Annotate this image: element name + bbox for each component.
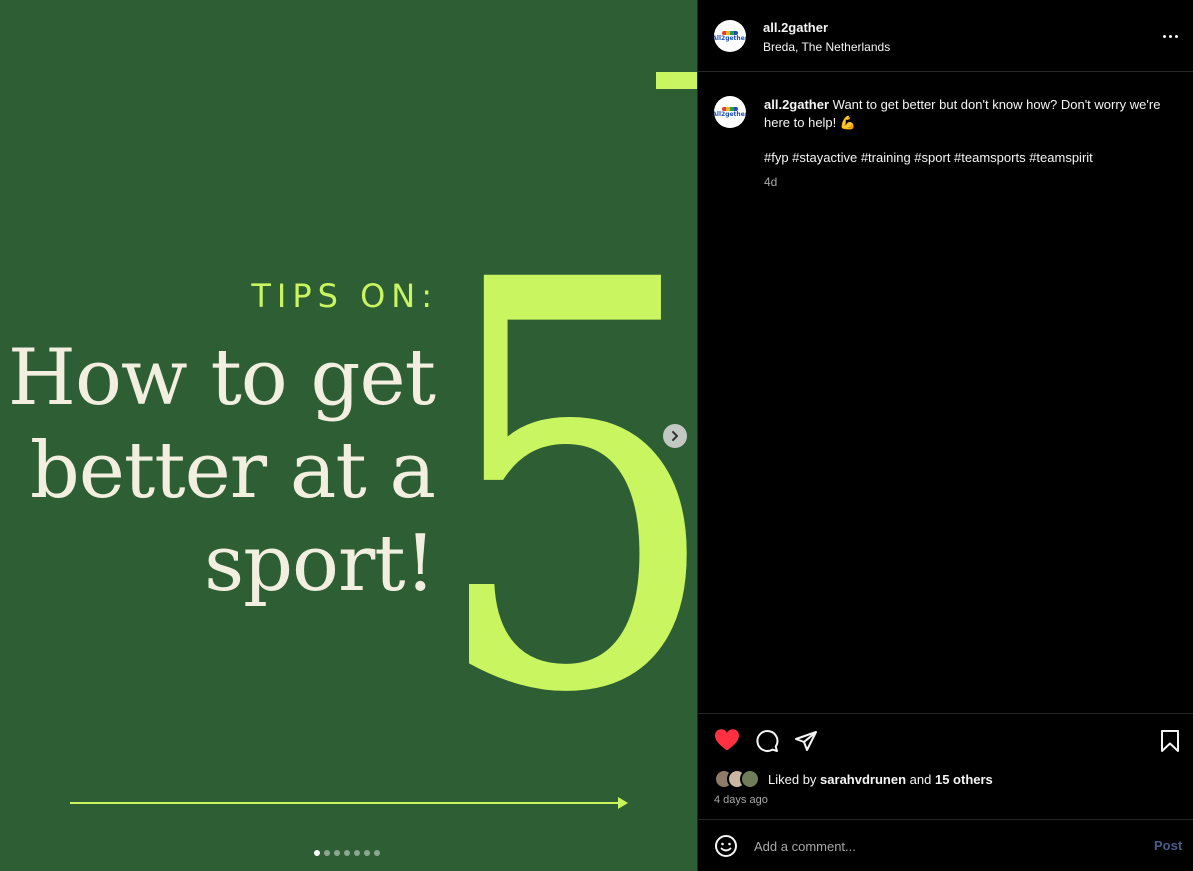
share-icon[interactable] — [794, 729, 818, 753]
brand-logo-icon: All2gether — [714, 106, 746, 118]
more-options-button[interactable] — [1158, 26, 1182, 46]
next-slide-button[interactable] — [663, 424, 687, 448]
likes-summary[interactable]: Liked by sarahvdrunen and 15 others — [768, 772, 993, 787]
liker-avatar — [740, 769, 760, 789]
more-horizontal-icon — [1162, 34, 1166, 38]
post-header: All2gether all.2gather Breda, The Nether… — [698, 0, 1193, 72]
brand-logo-icon: All2gether — [714, 30, 746, 42]
headline-line: How to get — [7, 333, 436, 423]
post-comment-button[interactable]: Post — [1154, 838, 1182, 853]
post-date: 4 days ago — [714, 794, 768, 806]
likes-others[interactable]: 15 others — [935, 772, 993, 787]
caption-age: 4d — [764, 175, 778, 189]
tips-label: TIPS ON: — [251, 277, 438, 315]
liker-avatars[interactable] — [714, 769, 768, 789]
header-username[interactable]: all.2gather — [763, 20, 828, 35]
carousel-dot — [324, 850, 330, 856]
carousel-dot — [334, 850, 340, 856]
emoji-icon[interactable] — [714, 834, 738, 858]
post-actions: Liked by sarahvdrunen and 15 others 4 da… — [698, 713, 1193, 819]
caption-username[interactable]: all.2gather — [764, 97, 829, 112]
bookmark-icon[interactable] — [1160, 729, 1180, 753]
arrow-head — [618, 797, 628, 809]
caption-avatar[interactable]: All2gether — [714, 96, 746, 128]
caption: all.2gather Want to get better but don't… — [764, 96, 1174, 132]
chevron-right-icon — [672, 431, 678, 441]
carousel-dot — [354, 850, 360, 856]
likes-joiner: and — [909, 772, 932, 787]
big-number: 5 — [430, 164, 697, 816]
heart-icon[interactable] — [714, 728, 740, 752]
comment-bar: Post — [698, 819, 1193, 871]
headline-line: better at a — [29, 426, 436, 516]
header-location[interactable]: Breda, The Netherlands — [763, 40, 890, 54]
comment-icon[interactable] — [755, 729, 779, 753]
carousel-indicator — [314, 850, 380, 856]
carousel-dot — [364, 850, 370, 856]
likes-prefix: Liked by — [768, 772, 817, 787]
arrow-line — [70, 802, 622, 804]
carousel-dot — [344, 850, 350, 856]
caption-hashtags[interactable]: #fyp #stayactive #training #sport #teams… — [764, 150, 1174, 165]
carousel-dot — [374, 850, 380, 856]
decorative-bar — [656, 72, 697, 89]
post-sidebar: All2gether all.2gather Breda, The Nether… — [697, 0, 1193, 871]
avatar[interactable]: All2gether — [714, 20, 746, 52]
headline-line: sport! — [204, 519, 436, 609]
post-media: 5 TIPS ON: How to get better at a sport! — [0, 0, 697, 871]
comment-input[interactable] — [754, 834, 1134, 858]
first-liker[interactable]: sarahvdrunen — [820, 772, 906, 787]
headline: How to get better at a sport! — [0, 332, 436, 611]
carousel-dot — [314, 850, 320, 856]
